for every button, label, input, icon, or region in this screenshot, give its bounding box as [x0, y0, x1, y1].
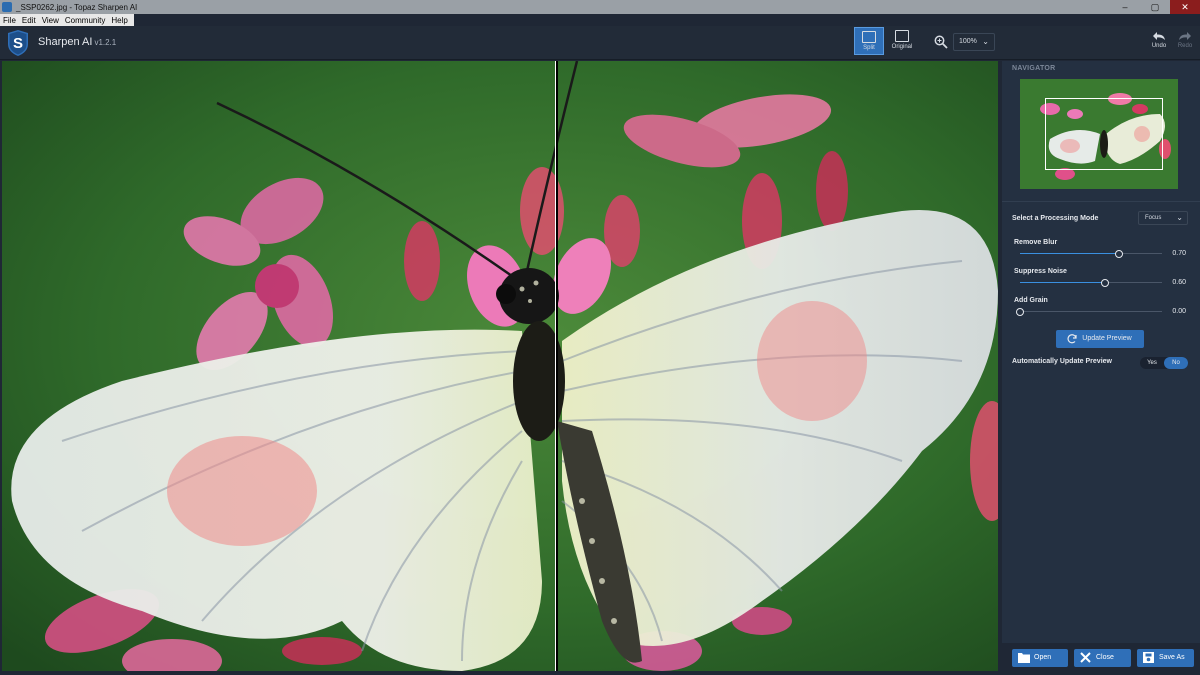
slider-track	[1020, 311, 1162, 312]
split-view-button[interactable]: Split	[854, 27, 884, 55]
close-window-button[interactable]: ✕	[1170, 0, 1200, 14]
split-view-icon	[862, 31, 876, 43]
original-view-button[interactable]: Original	[887, 27, 917, 55]
zoom-magnifier-icon[interactable]	[934, 35, 948, 49]
save-as-button[interactable]: Save As	[1137, 649, 1194, 667]
suppress-noise-value: 0.60	[1172, 279, 1186, 286]
undo-label: Undo	[1151, 43, 1167, 49]
slider-fill	[1020, 253, 1120, 254]
menu-help[interactable]: Help	[111, 16, 127, 25]
minimize-button[interactable]: –	[1110, 0, 1140, 14]
suppress-noise-slider[interactable]	[1020, 279, 1162, 287]
split-label: Split	[863, 45, 875, 51]
refresh-icon	[1067, 334, 1077, 344]
undo-button[interactable]: Undo	[1148, 31, 1170, 49]
add-grain-slider[interactable]	[1016, 308, 1162, 316]
redo-icon	[1179, 32, 1191, 40]
toggle-yes[interactable]: Yes	[1140, 357, 1164, 369]
title-bar: _SSP0262.jpg - Topaz Sharpen AI – ▢ ✕	[0, 0, 1200, 14]
menu-file[interactable]: File	[3, 16, 16, 25]
open-button[interactable]: Open	[1012, 649, 1068, 667]
chevron-down-icon: ⌄	[982, 37, 989, 46]
slider-knob[interactable]	[1016, 308, 1024, 316]
open-label: Open	[1034, 654, 1052, 661]
menu-bar: File Edit View Community Help	[0, 14, 134, 26]
menu-community[interactable]: Community	[65, 16, 105, 25]
add-grain-label: Add Grain	[1014, 297, 1048, 304]
close-x-icon	[1080, 652, 1091, 663]
redo-button[interactable]: Redo	[1174, 31, 1196, 49]
save-as-label: Save As	[1159, 654, 1185, 661]
split-divider-handle[interactable]	[555, 61, 558, 671]
app-icon	[2, 2, 12, 12]
image-icon	[895, 30, 909, 42]
top-toolbar: S Sharpen AI v1.2.1 Split Original 100% ⌄…	[0, 26, 1200, 60]
add-grain-value: 0.00	[1172, 308, 1186, 315]
svg-text:S: S	[13, 35, 23, 52]
save-icon	[1143, 652, 1154, 663]
processing-mode-label: Select a Processing Mode	[1012, 215, 1099, 222]
undo-icon	[1153, 32, 1165, 40]
redo-label: Redo	[1177, 43, 1193, 49]
panel-divider	[1002, 201, 1200, 202]
close-button[interactable]: Close	[1074, 649, 1131, 667]
zoom-value: 100%	[959, 38, 977, 45]
remove-blur-label: Remove Blur	[1014, 239, 1058, 246]
topaz-logo-icon: S	[8, 30, 28, 56]
update-preview-label: Update Preview	[1082, 335, 1132, 342]
chevron-down-icon: ⌄	[1176, 213, 1183, 222]
remove-blur-slider[interactable]	[1020, 250, 1162, 258]
panel-footer: Open Close Save As	[1002, 643, 1200, 675]
toggle-no[interactable]: No	[1164, 357, 1188, 369]
app-name-text: Sharpen AI	[38, 36, 93, 48]
processing-mode-select[interactable]: Focus ⌄	[1138, 211, 1188, 225]
auto-update-toggle[interactable]: Yes No	[1140, 357, 1188, 369]
menu-edit[interactable]: Edit	[22, 16, 36, 25]
maximize-button[interactable]: ▢	[1140, 0, 1170, 14]
update-preview-button[interactable]: Update Preview	[1056, 330, 1144, 348]
navigator-thumbnail[interactable]	[1020, 79, 1178, 189]
navigator-viewport-frame[interactable]	[1045, 98, 1163, 170]
slider-knob[interactable]	[1115, 250, 1124, 258]
remove-blur-value: 0.70	[1172, 250, 1186, 257]
folder-icon	[1018, 653, 1030, 663]
navigator-title: NAVIGATOR	[1012, 65, 1056, 72]
image-canvas[interactable]	[2, 61, 998, 671]
original-label: Original	[891, 44, 913, 50]
suppress-noise-label: Suppress Noise	[1014, 268, 1067, 275]
window-controls: – ▢ ✕	[1110, 0, 1200, 14]
app-version: v1.2.1	[94, 38, 117, 47]
settings-panel: NAVIGATOR Select a Processing Mode Focus	[1002, 61, 1200, 675]
window-title: _SSP0262.jpg - Topaz Sharpen AI	[16, 2, 138, 12]
butterfly-photo	[2, 61, 998, 671]
slider-fill	[1020, 282, 1106, 283]
zoom-level-select[interactable]: 100% ⌄	[953, 33, 995, 51]
processing-mode-value: Focus	[1145, 215, 1162, 221]
app-window: _SSP0262.jpg - Topaz Sharpen AI – ▢ ✕ Fi…	[0, 0, 1200, 675]
menu-view[interactable]: View	[42, 16, 59, 25]
slider-knob[interactable]	[1101, 279, 1110, 287]
close-label: Close	[1096, 654, 1114, 661]
auto-update-label: Automatically Update Preview	[1012, 358, 1112, 365]
app-name: Sharpen AI v1.2.1	[38, 36, 116, 48]
